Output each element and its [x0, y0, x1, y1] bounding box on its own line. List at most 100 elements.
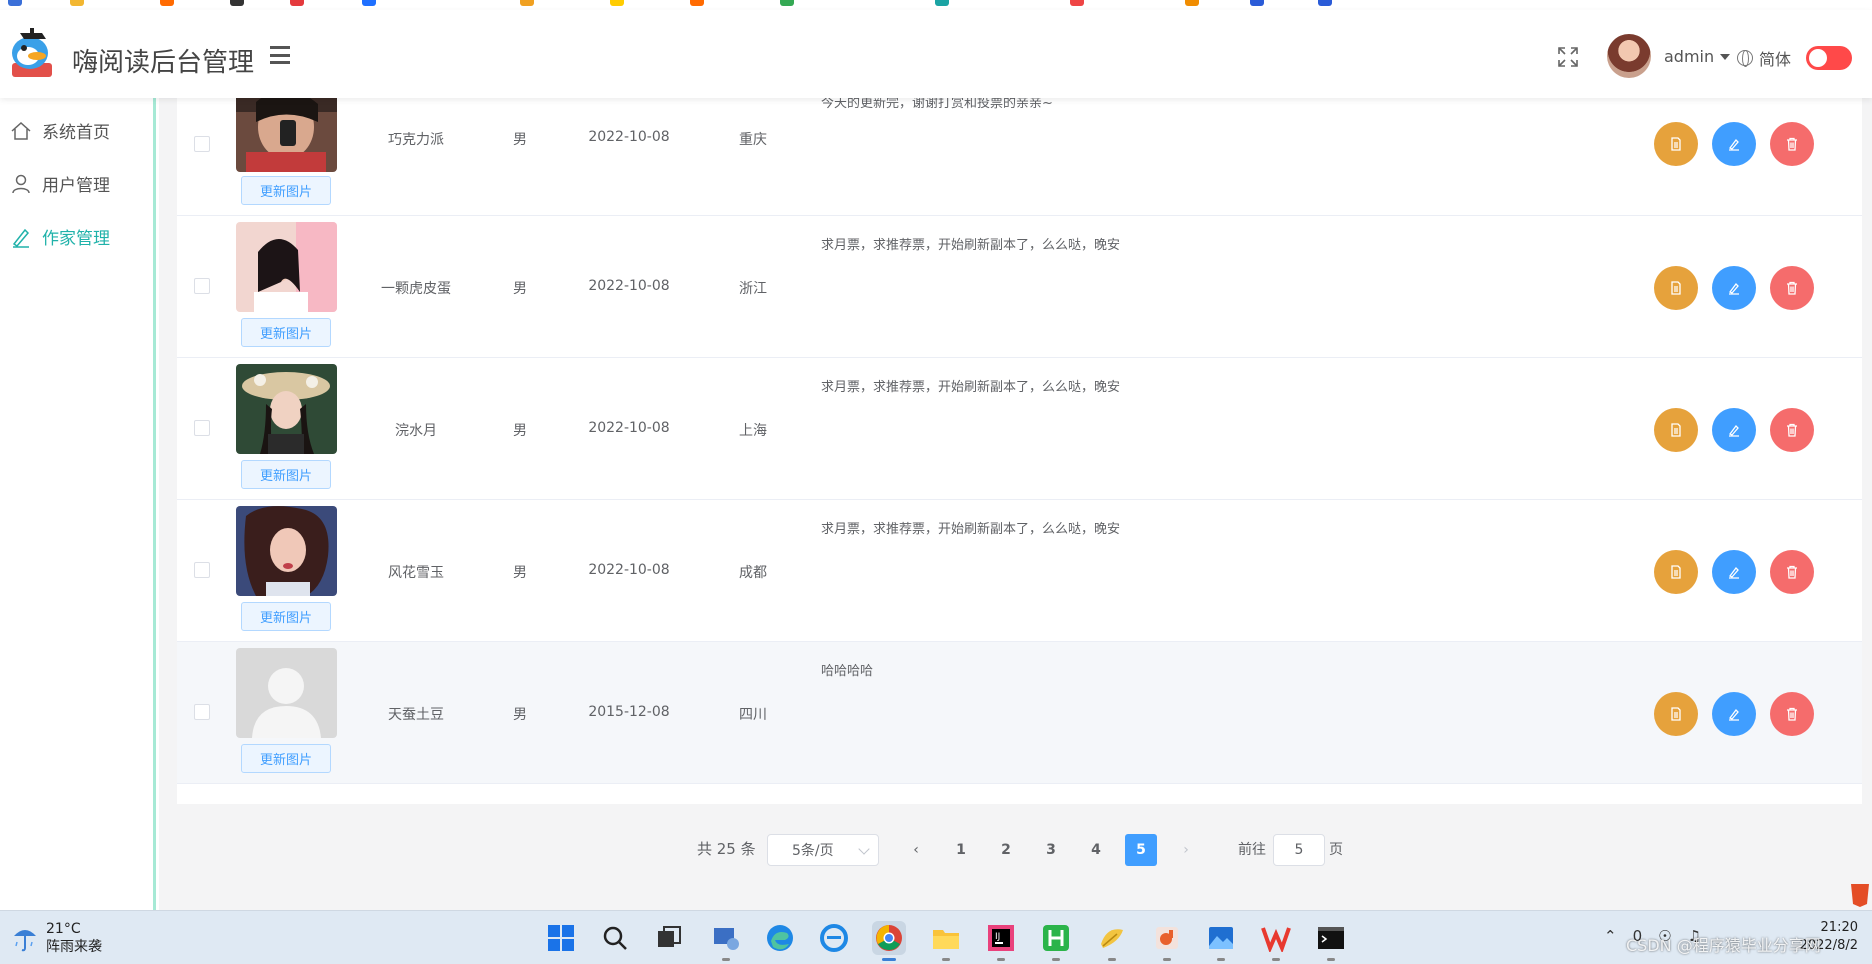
edit-button[interactable]: [1712, 122, 1756, 166]
user-menu[interactable]: admin: [1664, 47, 1731, 66]
start-icon[interactable]: [544, 921, 578, 955]
windows-taskbar: 21°C 阵雨来袭 IJ ⌃ 0 ☉ ♫ 21:20 2022/8/2: [0, 910, 1872, 964]
sidebar-item-users[interactable]: 用户管理: [10, 171, 110, 196]
writer-name: 巧克力派: [388, 132, 444, 148]
trash-icon: [1787, 281, 1797, 295]
sidebar-item-label: 用户管理: [42, 176, 110, 196]
view-button[interactable]: [1654, 550, 1698, 594]
table-row: 更新图片 浣水月 男 2022-10-08 上海 求月票，求推荐票，开始刷新副本…: [177, 358, 1862, 500]
writer-photo: [236, 648, 337, 738]
update-photo-button[interactable]: 更新图片: [241, 602, 331, 631]
page-button-2[interactable]: 2: [990, 834, 1022, 866]
bookmark-item[interactable]: [1070, 0, 1084, 6]
update-photo-button[interactable]: 更新图片: [241, 176, 331, 205]
page-button-3[interactable]: 3: [1035, 834, 1067, 866]
next-page-button[interactable]: ›: [1170, 834, 1202, 866]
bookmark-item[interactable]: [520, 0, 534, 6]
delete-button[interactable]: [1770, 122, 1814, 166]
task-view-icon[interactable]: [652, 921, 686, 955]
delete-button[interactable]: [1770, 266, 1814, 310]
row-checkbox[interactable]: [194, 562, 210, 578]
feather-app-icon[interactable]: [1095, 921, 1129, 961]
row-checkbox[interactable]: [194, 420, 210, 436]
pen-icon: [12, 228, 30, 248]
terminal-icon[interactable]: [1314, 921, 1348, 961]
edit-button[interactable]: [1712, 550, 1756, 594]
table-row: 更新图片 风花雪玉 男 2022-10-08 成都 求月票，求推荐票，开始刷新副…: [177, 500, 1862, 642]
view-button[interactable]: [1654, 692, 1698, 736]
bookmark-item[interactable]: [1185, 0, 1199, 6]
page-button-4[interactable]: 4: [1080, 834, 1112, 866]
chevron-up-icon[interactable]: ⌃: [1604, 927, 1617, 945]
row-checkbox[interactable]: [194, 704, 210, 720]
fullscreen-icon[interactable]: [1557, 46, 1579, 68]
sidebar-item-writers[interactable]: 作家管理: [10, 224, 110, 249]
edge-icon[interactable]: [763, 921, 797, 955]
update-photo-button[interactable]: 更新图片: [241, 460, 331, 489]
bookmark-item[interactable]: [8, 0, 22, 6]
bookmark-item[interactable]: [362, 0, 376, 6]
row-checkbox[interactable]: [194, 278, 210, 294]
writer-intro: 今天的更新完，谢谢打赏和投票的亲亲~: [821, 98, 1053, 111]
bookmark-item[interactable]: [70, 0, 84, 6]
theme-toggle[interactable]: [1806, 46, 1852, 70]
sidebar-item-home[interactable]: 系统首页: [10, 118, 110, 143]
document-icon: [1671, 565, 1681, 579]
edit-button[interactable]: [1712, 408, 1756, 452]
bookmark-item[interactable]: [690, 0, 704, 6]
writer-gender: 男: [513, 707, 527, 723]
chrome-icon[interactable]: [872, 921, 906, 961]
bookmark-item[interactable]: [780, 0, 794, 6]
bookmark-item[interactable]: [230, 0, 244, 6]
table-row: 更新图片 巧克力派 男 2022-10-08 重庆 今天的更新完，谢谢打赏和投票…: [177, 98, 1862, 216]
writer-photo: [236, 222, 337, 312]
writer-region: 浙江: [739, 281, 767, 297]
writer-gender: 男: [513, 423, 527, 439]
svg-text:IJ: IJ: [995, 932, 1000, 942]
bookmark-item[interactable]: [1318, 0, 1332, 6]
bookmark-item[interactable]: [610, 0, 624, 6]
user-avatar[interactable]: [1607, 34, 1651, 78]
pagination: 共 25 条 5条/页 ‹ 1 2 3 4 5 › 前往 页: [159, 830, 1872, 870]
update-photo-button[interactable]: 更新图片: [241, 744, 331, 773]
row-checkbox[interactable]: [194, 136, 210, 152]
pagination-total: 共 25 条: [697, 840, 756, 858]
file-explorer-icon[interactable]: [929, 921, 963, 961]
view-button[interactable]: [1654, 408, 1698, 452]
photos-icon[interactable]: [1204, 921, 1238, 961]
writer-region: 重庆: [739, 132, 767, 148]
bookmark-item[interactable]: [1250, 0, 1264, 6]
delete-button[interactable]: [1770, 550, 1814, 594]
bookmark-item[interactable]: [160, 0, 174, 6]
page-size-select[interactable]: 5条/页: [767, 834, 879, 866]
edit-button[interactable]: [1712, 266, 1756, 310]
globe-icon: [1737, 50, 1753, 67]
update-photo-button[interactable]: 更新图片: [241, 318, 331, 347]
edit-button[interactable]: [1712, 692, 1756, 736]
view-button[interactable]: [1654, 266, 1698, 310]
weather-widget[interactable]: 21°C 阵雨来袭: [12, 920, 102, 956]
writer-gender: 男: [513, 565, 527, 581]
view-button[interactable]: [1654, 122, 1698, 166]
language-switch[interactable]: 简体: [1737, 46, 1791, 70]
ie-icon[interactable]: [817, 921, 851, 955]
delete-button[interactable]: [1770, 692, 1814, 736]
writer-intro: 求月票，求推荐票，开始刷新副本了，么么哒，晚安: [821, 380, 1121, 395]
page-button-1[interactable]: 1: [945, 834, 977, 866]
menu-toggle-icon[interactable]: [270, 46, 290, 64]
ppt-icon[interactable]: [1150, 921, 1184, 961]
search-icon[interactable]: [598, 921, 632, 955]
control-panel-icon[interactable]: [709, 921, 743, 961]
writer-name: 风花雪玉: [388, 565, 444, 581]
edit-icon: [1729, 283, 1739, 295]
jump-page-input[interactable]: [1273, 834, 1325, 866]
prev-page-button[interactable]: ‹: [900, 834, 932, 866]
intellij-icon[interactable]: IJ: [984, 921, 1018, 961]
bookmark-item[interactable]: [290, 0, 304, 6]
page-button-5[interactable]: 5: [1125, 834, 1157, 866]
wps-icon[interactable]: [1259, 921, 1293, 961]
delete-button[interactable]: [1770, 408, 1814, 452]
bookmark-item[interactable]: [935, 0, 949, 6]
trash-icon: [1787, 565, 1797, 579]
hbuilder-icon[interactable]: [1039, 921, 1073, 961]
